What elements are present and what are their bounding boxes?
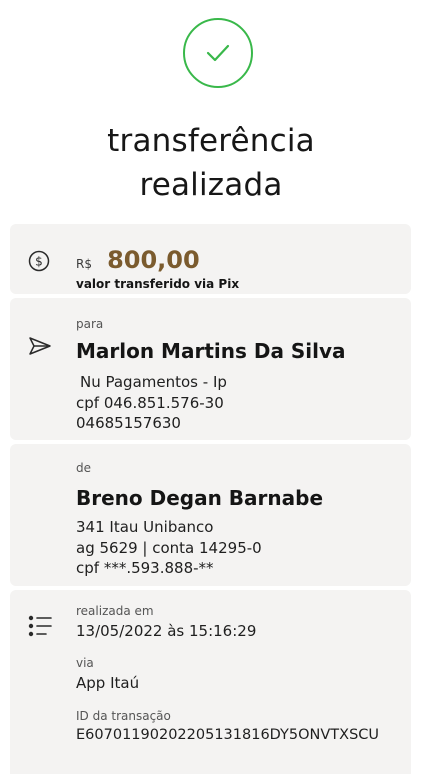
check-circle-icon — [183, 18, 253, 88]
transaction-id-value: E60701190202205131816DY5ONVTXSCU — [76, 727, 380, 743]
amount-card: $ R$ 800,00 valor transferido via Pix — [10, 224, 411, 294]
sender-card: de Breno Degan Barnabe 341 Itau Unibanco… — [10, 444, 411, 586]
amount-value: 800,00 — [107, 246, 200, 274]
recipient-bank: Nu Pagamentos - Ip — [80, 373, 227, 391]
list-icon — [28, 615, 52, 641]
amount-caption: valor transferido via Pix — [76, 277, 240, 291]
date-value: 13/05/2022 às 15:16:29 — [76, 622, 257, 640]
sender-account: ag 5629 | conta 14295-0 — [76, 539, 262, 557]
title-line-1: transferência — [107, 123, 315, 159]
recipient-cpf: cpf 046.851.576-30 — [76, 394, 224, 412]
receipt-header: transferência realizada — [0, 0, 422, 222]
page-title: transferência realizada — [0, 119, 422, 207]
transaction-id-label: ID da transação — [76, 709, 171, 723]
currency-label: R$ — [76, 257, 92, 271]
via-value: App Itaú — [76, 674, 140, 692]
sender-name: Breno Degan Barnabe — [76, 486, 324, 510]
date-label: realizada em — [76, 604, 154, 618]
recipient-card: para Marlon Martins Da Silva Nu Pagament… — [10, 298, 411, 440]
recipient-account: 04685157630 — [76, 414, 181, 432]
sender-bank: 341 Itau Unibanco — [76, 518, 214, 536]
svg-text:$: $ — [35, 255, 43, 269]
title-line-2: realizada — [139, 167, 283, 203]
sender-cpf: cpf ***.593.888-** — [76, 559, 214, 577]
details-card: realizada em 13/05/2022 às 15:16:29 via … — [10, 590, 411, 774]
send-icon — [28, 336, 52, 360]
amount-row: R$ 800,00 — [76, 246, 200, 274]
via-label: via — [76, 656, 94, 670]
sender-label: de — [76, 461, 91, 475]
recipient-name: Marlon Martins Da Silva — [76, 339, 346, 363]
dollar-circle-icon: $ — [28, 250, 50, 276]
recipient-label: para — [76, 317, 104, 331]
